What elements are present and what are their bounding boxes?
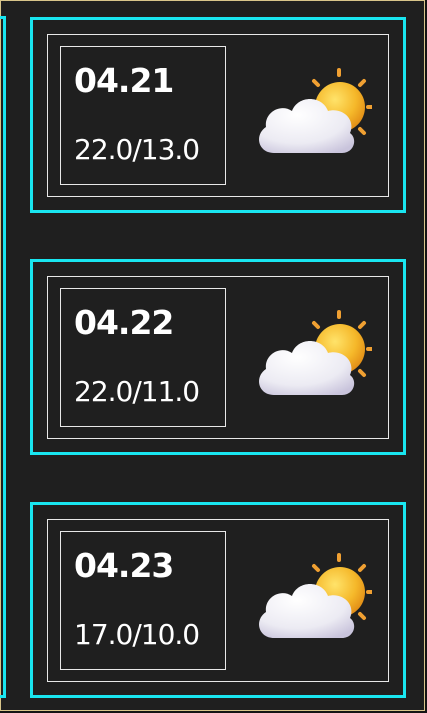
card-spacer xyxy=(30,455,406,503)
card-spacer xyxy=(30,213,406,261)
forecast-text-box: 04.23 17.0/10.0 xyxy=(60,531,226,670)
partly-cloudy-icon xyxy=(259,553,372,638)
forecast-card[interactable]: 04.21 22.0/13.0 xyxy=(30,17,406,213)
left-panel-edge xyxy=(0,16,6,698)
forecast-temperature: 22.0/13.0 xyxy=(74,133,200,166)
partly-cloudy-icon xyxy=(259,68,372,153)
forecast-temperature: 17.0/10.0 xyxy=(74,618,200,651)
forecast-date: 04.23 xyxy=(74,546,174,585)
partly-cloudy-icon xyxy=(259,310,372,395)
forecast-card[interactable]: 04.23 17.0/10.0 xyxy=(30,502,406,698)
forecast-date: 04.21 xyxy=(74,61,174,100)
forecast-card[interactable]: 04.22 22.0/11.0 xyxy=(30,259,406,455)
forecast-text-box: 04.22 22.0/11.0 xyxy=(60,288,226,427)
forecast-card-inner: 04.21 22.0/13.0 xyxy=(47,34,389,197)
forecast-card-inner: 04.23 17.0/10.0 xyxy=(47,519,389,682)
forecast-card-inner: 04.22 22.0/11.0 xyxy=(47,276,389,439)
forecast-temperature: 22.0/11.0 xyxy=(74,375,200,408)
forecast-text-box: 04.21 22.0/13.0 xyxy=(60,46,226,185)
forecast-date: 04.22 xyxy=(74,303,174,342)
